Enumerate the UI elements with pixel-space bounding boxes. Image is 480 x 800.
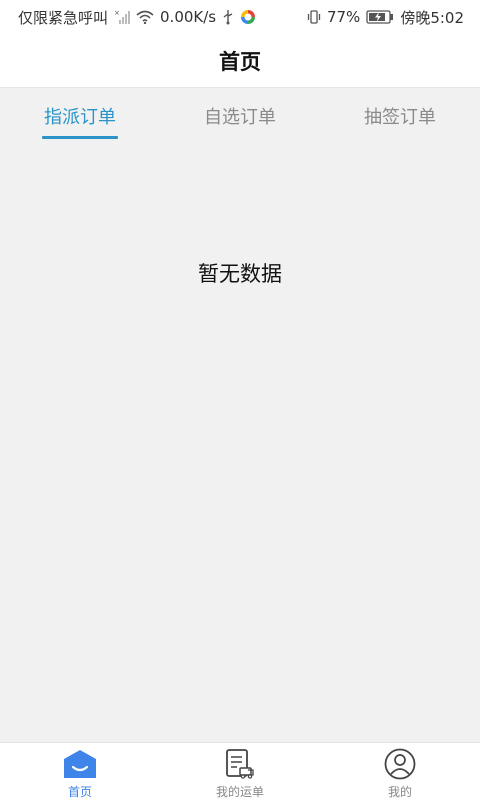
active-tab-indicator	[42, 136, 118, 139]
tab-assigned-orders[interactable]: 指派订单	[0, 88, 160, 144]
status-bar-left: 仅限紧急呼叫 × 0.00K/s	[18, 7, 256, 28]
waybill-icon	[223, 747, 257, 781]
bottom-navigation: 首页 我的运单 我的	[0, 742, 480, 800]
nav-item-profile[interactable]: 我的	[320, 743, 480, 800]
order-tab-bar: 指派订单 自选订单 抽签订单	[0, 88, 480, 144]
vibrate-icon	[307, 9, 321, 25]
nav-label: 我的运单	[215, 785, 264, 799]
empty-state-text: 暂无数据	[198, 262, 282, 286]
nav-item-my-waybills[interactable]: 我的运单	[160, 743, 320, 800]
home-icon	[63, 747, 97, 781]
nav-label: 首页	[67, 785, 92, 799]
no-signal-icon: ×	[114, 9, 131, 25]
status-bar: 仅限紧急呼叫 × 0.00K/s 77% 傍晚5:02	[0, 0, 480, 34]
page-title: 首页	[219, 49, 261, 74]
battery-percent: 77%	[326, 8, 361, 26]
wifi-icon	[136, 10, 154, 24]
svg-text:×: ×	[114, 9, 120, 17]
battery-icon	[366, 10, 394, 24]
usb-icon	[222, 9, 234, 25]
tab-label: 自选订单	[204, 107, 276, 128]
clock-time: 傍晚5:02	[400, 8, 464, 27]
nav-item-home[interactable]: 首页	[0, 743, 160, 800]
tab-label: 抽签订单	[364, 107, 436, 128]
order-list-content: 暂无数据	[0, 144, 480, 742]
carrier-text: 仅限紧急呼叫	[18, 8, 109, 27]
profile-icon	[383, 747, 417, 781]
network-speed: 0.00K/s	[160, 8, 217, 26]
tab-self-selected-orders[interactable]: 自选订单	[160, 88, 320, 144]
app-notification-icon	[240, 9, 256, 25]
app-header: 首页	[0, 34, 480, 88]
tab-label: 指派订单	[44, 107, 116, 128]
status-bar-right: 77% 傍晚5:02	[307, 7, 464, 28]
tab-lottery-orders[interactable]: 抽签订单	[320, 88, 480, 144]
nav-label: 我的	[387, 785, 412, 799]
